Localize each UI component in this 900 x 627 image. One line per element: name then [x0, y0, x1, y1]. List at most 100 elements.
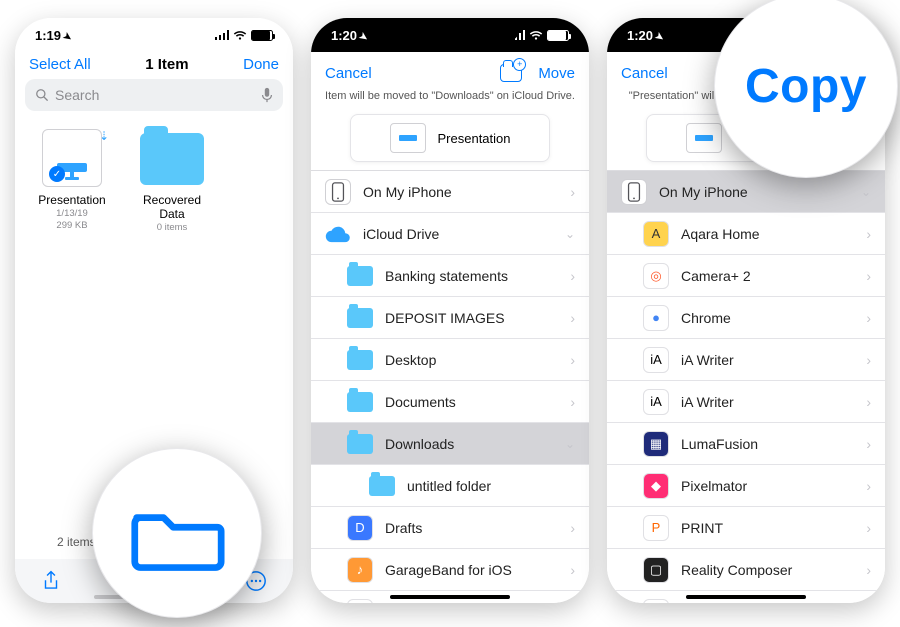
location-label: PRINT [681, 520, 854, 536]
folder-icon [347, 266, 373, 286]
file-presentation[interactable]: ☁︎⇣ ✓ Presentation 1/13/19 299 KB [33, 129, 111, 233]
moving-item-card: Presentation [350, 114, 550, 162]
app-icon: ◎ [643, 263, 669, 289]
search-placeholder: Search [55, 87, 99, 103]
move-button[interactable]: Move [538, 65, 575, 82]
location-label: Pixelmator [681, 478, 854, 494]
cellular-signal-icon [215, 30, 230, 40]
app-icon: iA [643, 347, 669, 373]
folder-icon [347, 392, 373, 412]
location-list[interactable]: On My iPhone › iCloud Drive ⌄ Banking st… [311, 170, 589, 603]
location-row[interactable]: A Aqara Home › [607, 213, 885, 255]
cancel-button[interactable]: Cancel [621, 65, 668, 82]
home-indicator[interactable] [686, 595, 806, 599]
app-icon: ● [643, 305, 669, 331]
status-time: 1:19 [35, 28, 61, 43]
chevron-right-icon: › [866, 436, 871, 452]
location-label: GarageBand for iOS [385, 562, 558, 578]
file-grid: ☁︎⇣ ✓ Presentation 1/13/19 299 KB Recove… [15, 121, 293, 241]
location-row[interactable]: iA iA Writer › [607, 381, 885, 423]
folder-outline-icon [129, 490, 225, 576]
location-label: DEPOSIT IMAGES [385, 310, 558, 326]
location-row[interactable]: D Drafts › [311, 507, 589, 549]
chevron-right-icon: › [866, 352, 871, 368]
location-row[interactable]: ▦ LumaFusion › [607, 423, 885, 465]
wifi-icon [529, 29, 543, 41]
folder-icon [369, 476, 395, 496]
folder-icon [347, 434, 373, 454]
search-icon [35, 88, 49, 102]
folder-subtitle: 0 items [133, 222, 211, 233]
location-label: Reality Composer [681, 562, 854, 578]
device-icon [325, 179, 351, 205]
folder-icon [347, 308, 373, 328]
location-row[interactable]: P PRINT › [607, 507, 885, 549]
chevron-right-icon: › [866, 520, 871, 536]
chevron-right-icon: › [866, 268, 871, 284]
location-row[interactable]: ▢ Reality Composer › [607, 549, 885, 591]
location-row[interactable]: DEPOSIT IMAGES › [311, 297, 589, 339]
icloud-icon [325, 221, 351, 247]
dictate-icon[interactable] [261, 87, 273, 103]
zoom-copy-highlight: Copy [714, 0, 898, 178]
app-icon: iA [347, 599, 373, 604]
new-folder-icon[interactable] [500, 64, 522, 82]
location-row[interactable]: ● Chrome › [607, 297, 885, 339]
location-row[interactable]: Desktop › [311, 339, 589, 381]
location-row[interactable]: On My iPhone › [311, 171, 589, 213]
app-icon: A [643, 221, 669, 247]
app-icon: ▦ [643, 431, 669, 457]
location-label: untitled folder [407, 478, 575, 494]
location-row[interactable]: iA iA Writer › [607, 339, 885, 381]
location-row[interactable]: Banking statements › [311, 255, 589, 297]
status-bar: 1:19➤ [15, 18, 293, 52]
app-icon: ▢ [643, 557, 669, 583]
location-label: iA Writer [681, 394, 854, 410]
location-label: Drafts [385, 520, 558, 536]
location-arrow-icon: ➤ [61, 30, 74, 44]
chevron-right-icon: › [866, 562, 871, 578]
location-label: Desktop [385, 352, 558, 368]
cancel-button[interactable]: Cancel [325, 65, 372, 82]
location-label: On My iPhone [659, 184, 849, 200]
status-time: 1:20 [331, 28, 357, 43]
file-name: Presentation [33, 193, 111, 207]
notch [380, 18, 520, 42]
location-label: Camera+ 2 [681, 268, 854, 284]
location-row[interactable]: Documents › [311, 381, 589, 423]
chevron-right-icon: › [570, 562, 575, 578]
share-icon[interactable] [41, 570, 61, 592]
folder-recovered-data[interactable]: Recovered Data 0 items [133, 129, 211, 233]
wifi-icon [233, 29, 247, 41]
chevron-down-icon: ⌄ [861, 185, 871, 199]
chevron-right-icon: › [866, 310, 871, 326]
select-all-button[interactable]: Select All [29, 56, 91, 73]
location-row[interactable]: ◆ Pixelmator › [607, 465, 885, 507]
folder-icon [140, 133, 204, 185]
battery-icon [251, 30, 273, 41]
keynote-thumbnail [686, 123, 722, 153]
location-row[interactable]: On My iPhone ⌄ [607, 171, 885, 213]
location-row[interactable]: iCloud Drive ⌄ [311, 213, 589, 255]
chevron-right-icon: › [866, 226, 871, 242]
location-row[interactable]: untitled folder [311, 465, 589, 507]
search-input[interactable]: Search [25, 79, 283, 111]
zoom-folder-highlight [92, 448, 262, 618]
location-row[interactable]: ◎ Camera+ 2 › [607, 255, 885, 297]
location-row[interactable]: ♪ GarageBand for iOS › [311, 549, 589, 591]
keynote-thumbnail [390, 123, 426, 153]
location-arrow-icon: ➤ [357, 30, 370, 44]
app-icon: ✱ [643, 599, 669, 604]
app-icon: ♪ [347, 557, 373, 583]
app-icon: D [347, 515, 373, 541]
file-size: 299 KB [33, 220, 111, 231]
location-list[interactable]: On My iPhone ⌄ A Aqara Home › ◎ Camera+ … [607, 170, 885, 603]
home-indicator[interactable] [390, 595, 510, 599]
location-row[interactable]: Downloads ⌄ [311, 423, 589, 465]
location-label: On My iPhone [363, 184, 558, 200]
done-button[interactable]: Done [243, 56, 279, 73]
keynote-thumbnail: ✓ [42, 129, 102, 187]
chevron-right-icon: › [570, 352, 575, 368]
location-label: Chrome [681, 310, 854, 326]
location-label: iCloud Drive [363, 226, 553, 242]
